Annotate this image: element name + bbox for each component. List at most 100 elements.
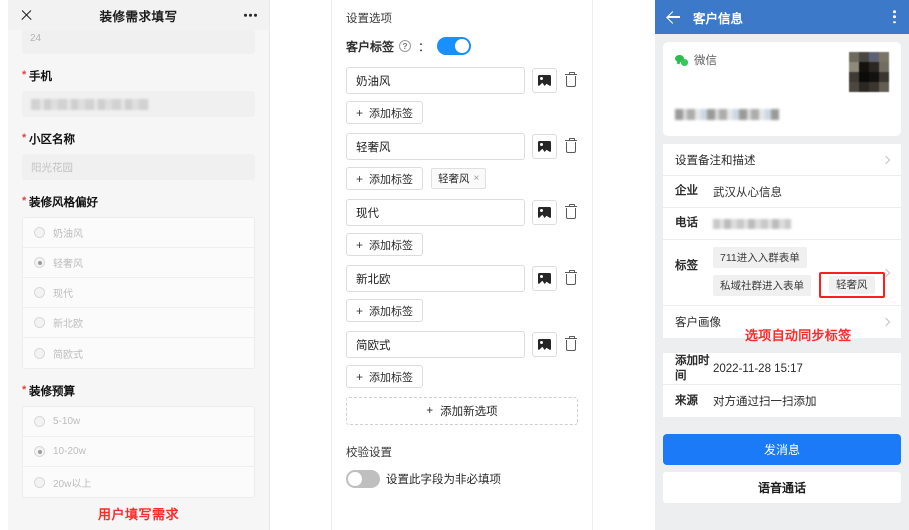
- option-row: 轻奢风: [346, 133, 578, 160]
- source-label: 微信: [694, 55, 717, 67]
- customer-detail-list: 设置备注和描述 企业 武汉从心信息 电话 标签 711进入入群表单 私域社群进入…: [663, 144, 901, 338]
- budget-group-label: * 装修预算: [22, 384, 75, 398]
- question-circle-icon[interactable]: ?: [399, 40, 412, 52]
- add-tag-button[interactable]: + 添加标签: [346, 365, 424, 388]
- radio-option[interactable]: 奶油风: [23, 218, 254, 248]
- trash-icon[interactable]: [564, 335, 578, 353]
- phone-input[interactable]: [22, 91, 255, 117]
- row-tags[interactable]: 标签 711进入入群表单 私域社群进入表单 轻奢风: [663, 240, 901, 306]
- option-settings-body: 设置选项 客户标签 ? ： 奶油风 + 添加标签 轻奢风 + 添加标签 轻奢风 …: [332, 0, 592, 488]
- option-tag-row: + 添加标签: [346, 101, 578, 124]
- back-arrow-icon[interactable]: [667, 10, 681, 24]
- image-icon[interactable]: [532, 68, 557, 93]
- row-key: 标签: [675, 260, 698, 272]
- option-tag-row: + 添加标签: [346, 365, 578, 388]
- tag-list: 711进入入群表单 私域社群进入表单 轻奢风: [713, 247, 885, 298]
- budget-radio-group: 5-10w 10-20w 20w以上: [22, 406, 255, 498]
- option-value-input[interactable]: 奶油风: [346, 67, 525, 94]
- radio-dot-icon: [34, 317, 45, 328]
- row-key: 来源: [675, 394, 698, 407]
- send-message-button[interactable]: 发消息: [663, 434, 901, 465]
- chevron-right-icon: [881, 155, 891, 164]
- assigned-tag-chip[interactable]: 轻奢风 ×: [431, 168, 487, 189]
- add-new-option-button[interactable]: + 添加新选项: [346, 397, 578, 425]
- option-value-input[interactable]: 新北欧: [346, 265, 525, 292]
- annotation-auto-sync-tag: 选项自动同步标签: [745, 328, 852, 343]
- avatar: [849, 52, 889, 92]
- row-label: 设置备注和描述: [675, 154, 756, 167]
- radio-option[interactable]: 10-20w: [23, 437, 254, 467]
- switch-knob: [455, 39, 470, 53]
- customer-tag-toggle-row: 客户标签 ? ：: [346, 37, 578, 55]
- settings-section-title: 设置选项: [346, 13, 392, 25]
- radio-dot-icon: [34, 287, 45, 298]
- highlight-box: 轻奢风: [819, 272, 885, 298]
- tag-chip-highlighted: 轻奢风: [829, 276, 875, 294]
- remove-tag-icon[interactable]: ×: [474, 173, 480, 184]
- radio-dot-icon: [34, 257, 45, 268]
- tag-chip: 私域社群进入表单: [713, 274, 811, 296]
- community-input[interactable]: 阳光花园: [22, 154, 255, 180]
- trash-icon[interactable]: [564, 137, 578, 155]
- age-field-partial[interactable]: 24: [22, 30, 255, 54]
- radio-option[interactable]: 简欧式: [23, 338, 254, 368]
- row-value: 2022-11-28 15:17: [713, 362, 803, 375]
- row-key: 企业: [675, 185, 698, 198]
- image-icon[interactable]: [532, 200, 557, 225]
- customer-tag-switch[interactable]: [437, 37, 472, 55]
- plus-icon: +: [356, 171, 364, 186]
- customer-info-header: 客户信息: [655, 0, 909, 34]
- trash-icon[interactable]: [564, 269, 578, 287]
- kebab-menu-icon[interactable]: [893, 10, 896, 24]
- add-tag-button[interactable]: + 添加标签: [346, 299, 424, 322]
- radio-option[interactable]: 现代: [23, 278, 254, 308]
- plus-icon: +: [426, 405, 434, 417]
- trash-icon[interactable]: [564, 71, 578, 89]
- plus-icon: +: [356, 303, 364, 318]
- required-marker: *: [22, 384, 27, 396]
- option-value-input[interactable]: 简欧式: [346, 331, 525, 358]
- voice-call-button[interactable]: 语音通话: [663, 472, 901, 503]
- radio-dot-icon: [34, 446, 45, 457]
- image-icon[interactable]: [532, 266, 557, 291]
- option-tag-row: + 添加标签 轻奢风 ×: [346, 167, 578, 190]
- required-marker: *: [22, 69, 27, 81]
- radio-option[interactable]: 5-10w: [23, 407, 254, 437]
- option-row: 新北欧: [346, 265, 578, 292]
- panel-form-preview: 装修需求填写 24 * 手机 * 小区名称 阳光花园 * 装修风格偏好 奶油风 轻奢风…: [8, 0, 270, 530]
- row-value: 对方通过扫一扫添加: [713, 396, 817, 408]
- radio-option[interactable]: 轻奢风: [23, 248, 254, 278]
- option-row: 现代: [346, 199, 578, 226]
- required-marker: *: [22, 132, 27, 144]
- optional-field-switch[interactable]: [346, 470, 380, 488]
- option-value-input[interactable]: 现代: [346, 199, 525, 226]
- image-icon[interactable]: [532, 332, 557, 357]
- row-set-remark[interactable]: 设置备注和描述: [663, 144, 901, 176]
- form-preview-header: 装修需求填写: [8, 0, 269, 30]
- close-icon[interactable]: [20, 9, 33, 22]
- validation-section-title: 校验设置: [346, 447, 392, 459]
- tag-chip: 711进入入群表单: [713, 247, 807, 268]
- image-icon[interactable]: [532, 134, 557, 159]
- plus-icon: +: [356, 105, 364, 120]
- add-tag-button[interactable]: + 添加标签: [346, 233, 424, 256]
- row-value: 武汉从心信息: [713, 186, 782, 199]
- trash-icon[interactable]: [564, 203, 578, 221]
- radio-dot-icon: [34, 347, 45, 359]
- optional-field-label: 设置此字段为非必填项: [386, 474, 501, 486]
- more-dots-icon[interactable]: [244, 13, 257, 17]
- option-row: 简欧式: [346, 331, 578, 358]
- page-title: 装修需求填写: [99, 9, 178, 24]
- option-row: 奶油风: [346, 67, 578, 94]
- plus-icon: +: [356, 237, 364, 252]
- option-tag-row: + 添加标签: [346, 299, 578, 322]
- row-label: 客户画像: [675, 317, 721, 329]
- row-key: 添加时间: [675, 355, 710, 382]
- radio-option[interactable]: 20w以上: [23, 467, 254, 497]
- radio-option[interactable]: 新北欧: [23, 308, 254, 338]
- wechat-icon: [675, 54, 688, 66]
- add-tag-button[interactable]: + 添加标签: [346, 101, 424, 124]
- add-tag-button[interactable]: + 添加标签: [346, 167, 424, 190]
- customer-info-body: 微信 设置备注和描述 企业 武汉从心信息 电话 标签 711进入入群表单 私域社…: [655, 34, 909, 425]
- option-value-input[interactable]: 轻奢风: [346, 133, 525, 160]
